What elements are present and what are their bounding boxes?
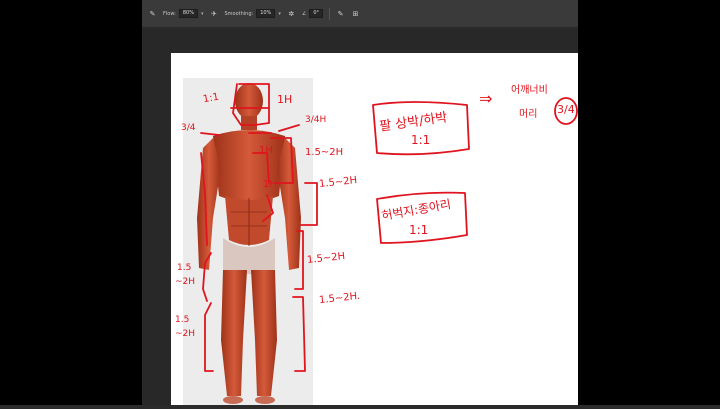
pencil-icon[interactable]: ✎ [148,9,157,18]
chevron-down-icon[interactable]: ▾ [201,11,204,17]
left-thigh-top-label: 1.5 [177,263,192,273]
smoothing-label: Smoothing: [224,10,254,17]
hip-curve [262,194,274,222]
angle-icon: ∠ [301,10,307,17]
left-fraction-label: 3/4 [181,123,196,133]
smoothing-control[interactable]: Smoothing: 10% ▾ [224,9,281,18]
arm-note-line2: 1:1 [411,133,431,147]
tool-options-bar: ✎ Flow: 80% ▾ ✈ Smoothing: 10% ▾ ✲ ∠ 0° … [142,0,578,28]
head-left-bracket [232,83,256,126]
chest-bracket [270,137,294,184]
thigh-bracket [294,230,304,290]
right-letterbox [578,0,720,405]
head-bracket [238,83,270,126]
left-calf-bottom-label: ~2H [175,329,196,339]
airbrush-icon[interactable]: ✈ [209,9,218,18]
flow-value[interactable]: 80% [178,9,198,18]
shoulder-note-circle: 3/4 [557,103,575,116]
pressure-icon[interactable]: ✎ [336,9,345,18]
shoulder-fraction-label: 3/4H [305,115,327,125]
chevron-down-icon[interactable]: ▾ [278,11,281,17]
arm-trace [200,152,208,246]
left-calf-top-label: 1.5 [175,315,190,325]
left-thigh-bottom-label: ~2H [175,277,196,287]
head-unit-label: 1H [277,93,293,106]
left-thigh-bracket [202,252,212,302]
ink-overlay [200,83,578,372]
range-chest-label: 1.5~2H [305,147,344,158]
angle-value[interactable]: 0° [309,9,323,18]
left-shoulder-tick [200,132,220,136]
angle-control[interactable]: ∠ 0° [302,9,323,18]
waist-unit-label: 1H [263,179,277,190]
document-canvas[interactable]: 1:1 1H 3/4H 3/4 1H 1.5~2H 1H 1.5~2H 1.5~… [171,53,578,405]
symmetry-icon[interactable]: ⊞ [351,9,360,18]
leg-note-line2: 1:1 [409,223,429,237]
flow-control[interactable]: Flow: 80% ▾ [163,9,203,18]
left-letterbox [0,0,142,405]
torso-unit-label: 1H [259,145,273,156]
pelvis-bracket [300,182,318,226]
arrow-glyph: ⇒ [479,89,493,108]
left-calf-bracket [204,302,214,372]
shoulder-note-line1: 어깨너비 [511,85,548,96]
gear-icon[interactable]: ✲ [287,9,296,18]
shoulder-note-line2: 머리 [519,109,538,120]
smoothing-value[interactable]: 10% [256,9,276,18]
toolbar-divider [329,7,330,20]
shoulder-tick [278,124,300,132]
flow-label: Flow: [163,10,176,17]
calf-bracket [292,296,306,372]
